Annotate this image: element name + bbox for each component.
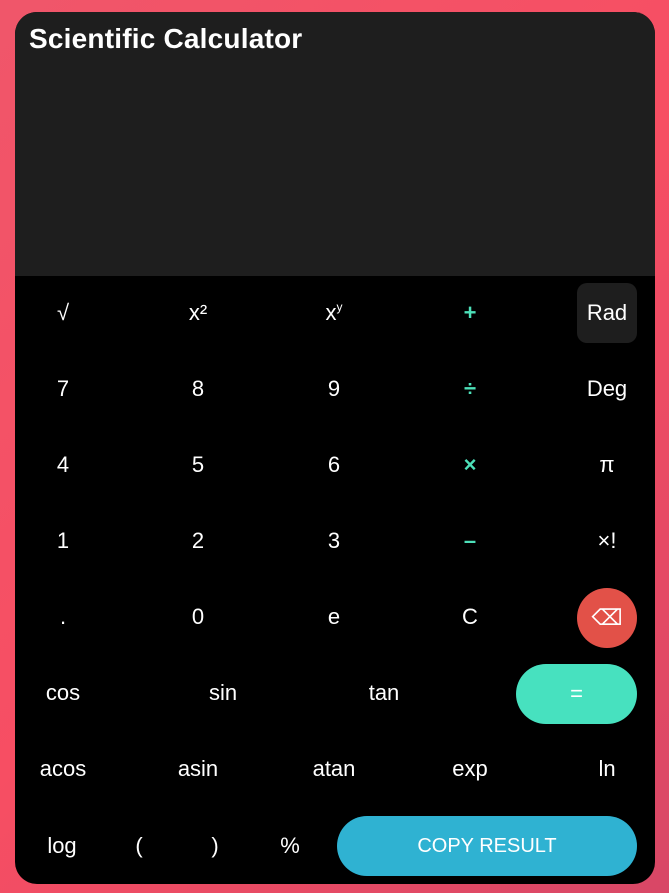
digit-7-button[interactable]: 7	[23, 359, 103, 419]
exp-button[interactable]: exp	[430, 739, 510, 799]
backspace-button[interactable]: ⌫	[577, 588, 637, 648]
power-base: x	[325, 300, 337, 325]
page-title: Scientific Calculator	[29, 23, 303, 54]
sqrt-button[interactable]: √	[23, 283, 103, 343]
power-exponent: y	[336, 300, 343, 314]
subtract-button[interactable]: –	[430, 511, 510, 571]
clear-button[interactable]: C	[430, 587, 510, 647]
log-button[interactable]: log	[32, 816, 92, 876]
acos-button[interactable]: acos	[23, 739, 103, 799]
digit-3-button[interactable]: 3	[294, 511, 374, 571]
multiply-button[interactable]: ×	[430, 435, 510, 495]
digit-6-button[interactable]: 6	[294, 435, 374, 495]
open-paren-button[interactable]: (	[114, 816, 164, 876]
digit-5-button[interactable]: 5	[158, 435, 238, 495]
digit-9-button[interactable]: 9	[294, 359, 374, 419]
ln-button[interactable]: ln	[567, 739, 647, 799]
euler-button[interactable]: e	[294, 587, 374, 647]
asin-button[interactable]: asin	[158, 739, 238, 799]
rad-button[interactable]: Rad	[577, 283, 637, 343]
calculator: Scientific Calculator √ x² xy + Rad 7 8 …	[15, 12, 655, 884]
add-button[interactable]: +	[430, 283, 510, 343]
digit-2-button[interactable]: 2	[158, 511, 238, 571]
pi-button[interactable]: π	[567, 435, 647, 495]
digit-0-button[interactable]: 0	[158, 587, 238, 647]
copy-result-button[interactable]: COPY RESULT	[337, 816, 637, 876]
equals-button[interactable]: =	[516, 664, 637, 724]
atan-button[interactable]: atan	[294, 739, 374, 799]
power-button[interactable]: xy	[294, 283, 374, 343]
close-paren-button[interactable]: )	[190, 816, 240, 876]
decimal-button[interactable]: .	[23, 587, 103, 647]
display-panel: Scientific Calculator	[15, 12, 655, 276]
sin-button[interactable]: sin	[183, 663, 263, 723]
factorial-button[interactable]: ×!	[567, 511, 647, 571]
digit-8-button[interactable]: 8	[158, 359, 238, 419]
divide-button[interactable]: ÷	[430, 359, 510, 419]
deg-button[interactable]: Deg	[567, 359, 647, 419]
digit-4-button[interactable]: 4	[23, 435, 103, 495]
percent-button[interactable]: %	[265, 816, 315, 876]
digit-1-button[interactable]: 1	[23, 511, 103, 571]
cos-button[interactable]: cos	[23, 663, 103, 723]
tan-button[interactable]: tan	[344, 663, 424, 723]
square-button[interactable]: x²	[158, 283, 238, 343]
